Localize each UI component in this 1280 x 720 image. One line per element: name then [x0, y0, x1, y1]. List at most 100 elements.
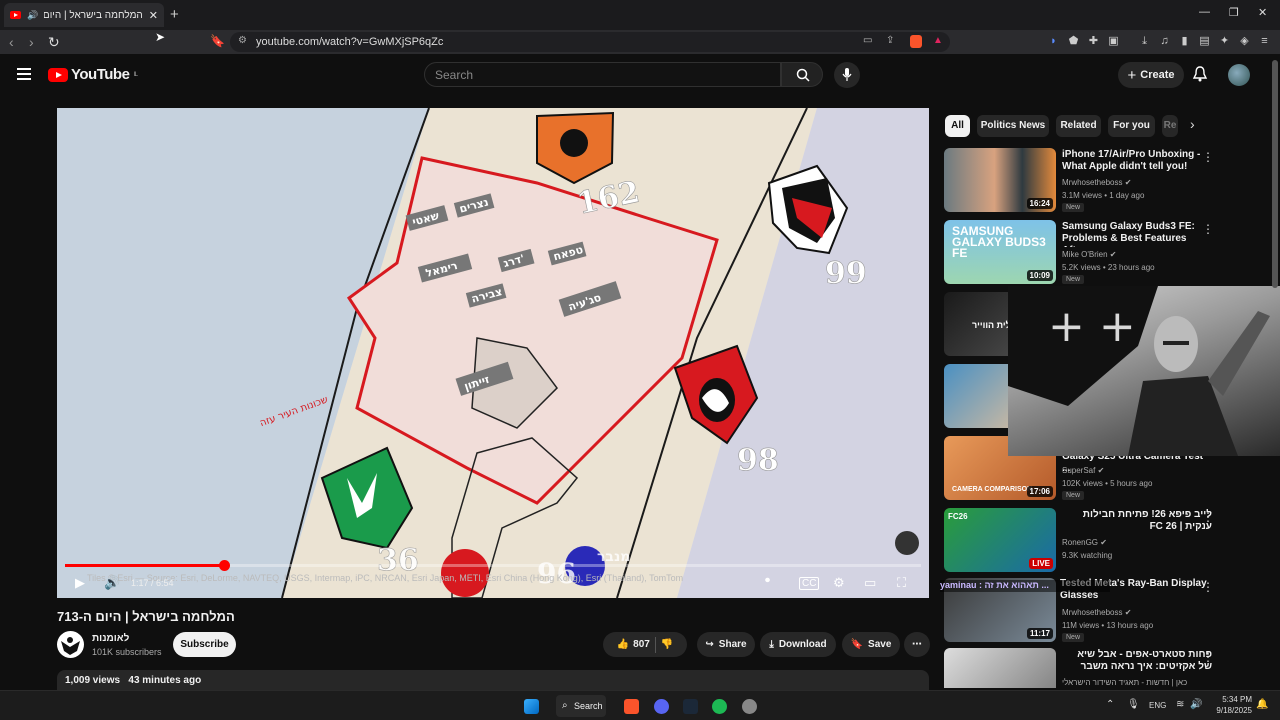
forward-button[interactable]: ›: [29, 34, 34, 50]
rec-card[interactable]: SAMSUNG GALAXY BUDS3 FE 10:09 Samsung Ga…: [944, 220, 1244, 286]
windows-start-icon[interactable]: [524, 699, 539, 714]
theater-mode-button[interactable]: ▭: [864, 575, 876, 591]
rec-more-icon[interactable]: ⋮: [1202, 510, 1214, 524]
chip-politics-news[interactable]: Politics News: [977, 115, 1049, 137]
close-tab-icon[interactable]: ✕: [149, 9, 158, 22]
notification-icon[interactable]: 🔔: [1256, 699, 1268, 710]
brave-shield-icon[interactable]: [910, 35, 922, 48]
channel-subscribers: 101K subscribers: [92, 647, 162, 657]
more-actions-button[interactable]: ⋯: [904, 632, 930, 657]
download-button[interactable]: ⤓ Download: [760, 632, 836, 657]
channel-name[interactable]: לאומנות: [92, 633, 129, 644]
video-controls: ▶ 🔊 1:17 / 6:54 ⏺ CC ⚙ ▭ ⛶: [57, 570, 929, 598]
chip-for-you[interactable]: For you: [1108, 115, 1155, 137]
sidebar-icon[interactable]: ▮: [1178, 35, 1191, 48]
reload-button[interactable]: ↻: [48, 34, 60, 51]
microphone-icon: [842, 68, 852, 81]
video-progress-bar[interactable]: [65, 560, 921, 571]
hamburger-menu-icon[interactable]: [17, 68, 31, 80]
autoplay-toggle[interactable]: ⏺: [765, 575, 770, 586]
screen-capture-icon[interactable]: ▣: [1107, 35, 1120, 48]
back-button[interactable]: ‹: [9, 34, 14, 50]
voice-search-button[interactable]: [834, 62, 860, 88]
subscribe-button[interactable]: Subscribe: [173, 632, 236, 657]
download-icon[interactable]: ⤓: [1138, 35, 1151, 48]
dislike-button[interactable]: 👎: [661, 639, 673, 650]
rec-card[interactable]: FC26 LIVE לייב פיפא 26! פתיחת חבילות ענק…: [944, 508, 1244, 574]
volume-button[interactable]: 🔊: [104, 575, 120, 591]
address-bar[interactable]: ⚙ youtube.com/watch?v=GwMXjSP6qZc ▭ ⇪ ▲: [230, 32, 950, 52]
spotify-icon[interactable]: [712, 699, 727, 714]
extension-shield-icon[interactable]: ⬟: [1067, 35, 1080, 48]
rec-thumb-text: SAMSUNG GALAXY BUDS3 FE: [952, 224, 1046, 260]
steam-icon[interactable]: [683, 699, 698, 714]
language-indicator[interactable]: ENG: [1149, 701, 1166, 710]
youtube-logo[interactable]: YouTube IL: [48, 66, 138, 83]
chip-all[interactable]: All: [945, 115, 970, 137]
maximize-button[interactable]: ❐: [1229, 6, 1239, 19]
leo-ai-icon[interactable]: ✦: [1218, 35, 1231, 48]
taskbar-search[interactable]: ⌕ Search: [556, 695, 606, 717]
brave-browser-icon[interactable]: [624, 699, 639, 714]
rec-more-icon[interactable]: ⋮: [1202, 580, 1214, 594]
download-label: Download: [778, 639, 827, 650]
vpn-icon[interactable]: ◈: [1238, 35, 1251, 48]
download-arrow-icon: ⤓: [769, 639, 774, 650]
save-button[interactable]: 🔖 Save: [842, 632, 900, 657]
menu-icon[interactable]: ≡: [1258, 35, 1271, 48]
new-tab-button[interactable]: +: [170, 6, 179, 23]
translate-icon[interactable]: ◗: [1047, 35, 1060, 48]
search-button[interactable]: [781, 62, 823, 87]
rec-more-icon[interactable]: ⋮: [1202, 650, 1214, 664]
clock-date[interactable]: 9/18/2025: [1214, 706, 1252, 715]
browser-tab-active[interactable]: 🔊 המלחמה בישראל | היום ה-713 ✕: [4, 3, 164, 27]
app-icon[interactable]: [742, 699, 757, 714]
bookmark-icon[interactable]: 🔖: [210, 34, 225, 48]
video-time: 1:17 / 6:54: [131, 578, 174, 588]
clock-time[interactable]: 5:34 PM: [1222, 695, 1252, 704]
create-button[interactable]: + Create: [1118, 62, 1184, 88]
notifications-bell-icon[interactable]: [1192, 66, 1208, 82]
rec-thumbnail: SAMSUNG GALAXY BUDS3 FE 10:09: [944, 220, 1056, 284]
chips-next-chevron-icon[interactable]: ›: [1190, 116, 1195, 132]
sidebar-scrollbar[interactable]: [1272, 60, 1278, 288]
rec-channel: Mike O'Brien ✔: [1062, 250, 1117, 259]
channel-avatar[interactable]: [57, 631, 84, 658]
site-info-icon[interactable]: ⚙: [238, 35, 247, 46]
close-window-button[interactable]: ✕: [1258, 6, 1267, 19]
rec-card[interactable]: פחות סטארט-אפים - אבל שיא של אקזיטים: אי…: [944, 648, 1244, 688]
rec-channel: כאן | חדשות - תאגיד השידור הישראלי: [1062, 678, 1188, 687]
rec-live-badge: LIVE: [1029, 558, 1053, 569]
media-icon[interactable]: ♫: [1158, 35, 1171, 48]
tray-chevron-up-icon[interactable]: ⌃: [1106, 699, 1114, 710]
wifi-icon[interactable]: ≋: [1176, 699, 1184, 710]
rec-more-icon[interactable]: ⋮: [1202, 150, 1214, 164]
account-avatar[interactable]: [1228, 64, 1250, 86]
discord-icon[interactable]: [654, 699, 669, 714]
rec-card[interactable]: 16:24 iPhone 17/Air/Pro Unboxing - What …: [944, 148, 1244, 214]
microphone-tray-icon[interactable]: 🎙: [1127, 699, 1140, 710]
chip-recently-uploaded[interactable]: Re: [1162, 115, 1178, 137]
video-player[interactable]: סג'עיה זייתון רימאל שאטי נצרים צבירה דרג…: [57, 108, 929, 598]
browser-tab-bar: 🔊 המלחמה בישראל | היום ה-713 ✕ + — ❐ ✕: [0, 0, 1280, 30]
wallet-icon[interactable]: ▤: [1198, 35, 1211, 48]
cast-icon[interactable]: ▭: [863, 35, 872, 46]
like-button[interactable]: 👍 807: [617, 639, 650, 650]
volume-tray-icon[interactable]: 🔊: [1190, 699, 1202, 710]
settings-gear-icon[interactable]: ⚙: [833, 575, 845, 591]
extensions-puzzle-icon[interactable]: ✚: [1087, 35, 1100, 48]
play-button[interactable]: ▶: [75, 575, 85, 591]
share-button[interactable]: ↪ Share: [697, 632, 755, 657]
rec-channel: RonenGG ✔: [1062, 538, 1107, 547]
speaker-icon[interactable]: 🔊: [27, 10, 38, 21]
minimize-button[interactable]: —: [1199, 6, 1210, 18]
fullscreen-button[interactable]: ⛶: [897, 575, 906, 591]
brave-rewards-icon[interactable]: ▲: [933, 35, 943, 46]
rec-more-icon[interactable]: ⋮: [1202, 222, 1214, 236]
rec-new-badge: New: [1062, 633, 1085, 642]
share-page-icon[interactable]: ⇪: [886, 35, 894, 46]
chip-related[interactable]: Related: [1056, 115, 1101, 137]
captions-button[interactable]: CC: [799, 577, 820, 590]
search-input[interactable]: Search: [424, 62, 781, 87]
rec-title: פחות סטארט-אפים - אבל שיא של אקזיטים: אי…: [1077, 649, 1212, 675]
